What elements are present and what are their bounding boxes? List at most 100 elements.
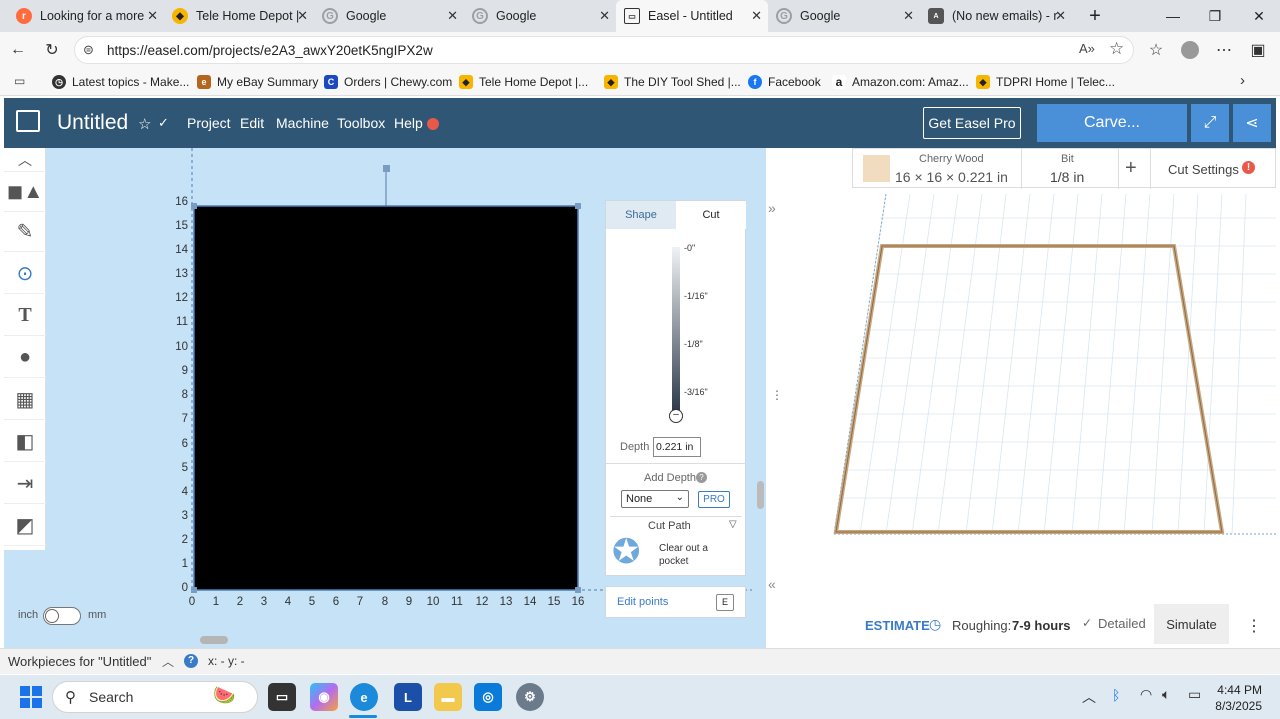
x-tick: 11 [451,596,463,608]
more-options-icon[interactable]: ⋮ [1246,616,1262,636]
clock-date[interactable]: 8/3/2025 [1210,699,1262,713]
bookmark-item[interactable]: a Amazon.com: Amaz... [832,73,969,91]
close-icon[interactable]: ✕ [903,8,914,24]
y-tick: 10 [175,341,188,353]
bookmark-item[interactable]: ◆ TDPRI Home | Telec... [976,73,1115,91]
vertical-scroll-thumb[interactable] [757,481,764,509]
favorite-star-icon[interactable]: ☆ [1109,39,1124,59]
y-tick: 8 [181,389,188,401]
material-name[interactable]: Cherry Wood [919,153,984,165]
pocket-rectangle[interactable] [193,205,579,591]
more-icon[interactable]: ⋯ [1212,38,1236,62]
wifi-icon[interactable]: ◠ [1140,686,1152,703]
depth-slider-knob[interactable]: – [669,409,683,423]
edit-points-link[interactable]: Edit points [617,596,668,608]
x-tick: 15 [547,596,561,608]
toggle-knob [45,609,59,623]
amazon-icon: a [832,75,846,89]
settings-gear-icon[interactable]: ⚙ [516,683,544,711]
browser-tab[interactable]: G Google ✕ [768,0,920,32]
edit-points-row[interactable]: Edit points E [605,586,746,618]
edge-icon[interactable]: e [350,683,378,711]
new-tab-icon[interactable]: + [1072,0,1118,32]
tab-shape[interactable]: Shape [606,201,676,229]
cut-settings-link[interactable]: Cut Settings [1168,162,1239,177]
get-pro-button[interactable]: Get Easel Pro [923,107,1021,139]
task-view-icon[interactable]: ▭ [268,683,296,711]
share-icon[interactable]: ⋖ [1233,104,1271,142]
pen-icon[interactable]: ✎ [4,212,46,252]
collapse-up-icon[interactable]: ︿ [4,148,46,172]
add-depth-select[interactable]: None ⌄ [621,490,689,508]
read-aloud-icon[interactable]: A» [1079,41,1095,56]
volume-icon[interactable]: 🔈︎ [1162,686,1170,703]
warning-icon[interactable]: ! [1242,161,1255,174]
battery-icon[interactable]: ▭ [1188,686,1201,703]
bluetooth-icon[interactable]: ᛒ [1112,687,1120,703]
workpieces-label[interactable]: Workpieces for "Untitled" [8,654,151,669]
bit-label: Bit [1061,153,1074,165]
file-explorer-icon[interactable]: ▬ [434,683,462,711]
rotate-handle [383,165,390,172]
minimize-icon[interactable]: — [1150,0,1196,32]
text-icon[interactable]: T [4,296,46,336]
estimate-label[interactable]: ESTIMATE [865,618,930,633]
chevron-down-icon[interactable]: ▽ [729,519,737,530]
add-depth-label: Add Depth [644,472,696,484]
unit-toggle[interactable] [43,607,81,625]
browser-tab[interactable]: A (No new emails) - r ✕ [920,0,1072,32]
profile-icon[interactable] [1178,38,1202,62]
collapse-right-icon[interactable]: » [768,200,776,216]
material-swatch[interactable] [863,155,890,182]
x-tick: 9 [405,596,413,608]
tab-cut[interactable]: Cut [676,201,746,229]
collapse-left-icon[interactable]: « [768,576,776,592]
pro-badge[interactable]: PRO [698,491,730,508]
taskbar-search[interactable]: ⚲ Search 🍉 [52,681,258,713]
favorites-icon[interactable]: ☆ [1144,38,1168,62]
chevron-right-icon[interactable]: › [1240,72,1245,89]
depth-mark: -1/8" [684,339,703,349]
help-icon[interactable]: ? [696,472,707,483]
depth-mark: -1/16" [684,291,708,301]
y-tick: 6 [181,438,188,450]
detailed-label[interactable]: Detailed [1098,616,1146,631]
x-tick: 14 [523,596,537,608]
chevron-up-icon[interactable]: ︿ [162,653,174,670]
app-blue-icon[interactable]: ◎ [474,683,502,711]
tab-label: (No new emails) - r [952,9,1058,23]
clock-time[interactable]: 4:44 PM [1216,683,1262,697]
sidebar-icon[interactable]: ▣ [1246,38,1270,62]
help-icon[interactable]: ? [184,654,198,668]
y-tick: 13 [175,268,188,280]
window-close-icon[interactable]: ✕ [1236,0,1280,32]
bit-value[interactable]: 1/8 in [1050,169,1084,185]
depth-input[interactable]: 0.221 in [653,437,701,457]
star-pocket-icon[interactable]: ✪ [612,534,641,570]
maximize-icon[interactable]: ❐ [1192,0,1238,32]
shapes-icon[interactable]: ◼▲ [4,172,46,212]
apps-icon[interactable]: ◧ [4,422,46,462]
depth-slider[interactable] [672,247,680,411]
roughing-value: 7-9 hours [1012,618,1071,633]
box-icon[interactable]: ◩ [4,506,46,546]
crosshair-icon[interactable]: ⊙ [4,254,46,294]
tool-sidebar: ︿ ◼▲ ✎ ⊙ T ● ▦ ◧ ⇥ ◩ [4,148,46,550]
app-l-icon[interactable]: L [394,683,422,711]
ruler-icon[interactable]: ▦ [4,380,46,420]
import-icon[interactable]: ⇥ [4,464,46,504]
expand-icon[interactable]: ⤢ [1191,104,1229,142]
tray-chevron-icon[interactable]: ︿ [1082,687,1096,707]
material-dimensions[interactable]: 16 × 16 × 0.221 in [895,169,1008,185]
copilot-icon[interactable]: ◉ [310,683,338,711]
x-tick: 0 [188,596,196,608]
x-tick: 13 [499,596,513,608]
windows-start-icon[interactable] [20,686,42,708]
home-depot-icon: ◆ [976,75,990,89]
add-bit-icon[interactable]: + [1125,157,1137,180]
simulate-button[interactable]: Simulate [1154,604,1229,644]
apple-icon[interactable]: ● [4,338,46,378]
close-icon[interactable]: ✕ [1055,8,1066,24]
y-tick: 3 [181,510,188,522]
carve-button[interactable]: Carve... [1037,104,1187,142]
